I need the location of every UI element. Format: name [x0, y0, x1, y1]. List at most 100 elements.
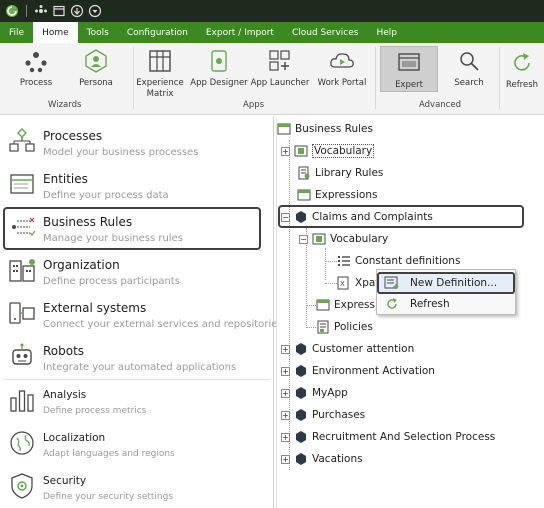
context-menu: New Definition... Refresh: [376, 269, 516, 315]
tree-node-expressions-label: Expressions: [315, 189, 378, 201]
tree-root-business-rules[interactable]: Business Rules: [277, 120, 373, 138]
refresh-menu-item[interactable]: Refresh: [379, 294, 513, 314]
nav-organization-subtitle: Define process participants: [43, 276, 180, 287]
nav-security-title: Security: [43, 475, 87, 487]
analysis-icon: [8, 386, 36, 414]
nav-processes-title: Processes: [43, 129, 103, 143]
app-logo-icon[interactable]: [4, 3, 20, 19]
nav-organization[interactable]: Organization Define process participants: [0, 249, 274, 292]
tree-node-app[interactable]: + MyApp: [281, 384, 348, 402]
nav-entities[interactable]: Entities Define your process data: [0, 163, 274, 206]
tree-node-xpath[interactable]: X Xpat: [337, 274, 379, 292]
expert-button[interactable]: Expert: [380, 46, 438, 92]
expand-icon[interactable]: +: [281, 410, 290, 420]
tree-node-vocabulary[interactable]: + Vocabulary: [281, 142, 375, 160]
experience-label: Experience: [136, 78, 184, 88]
tree-node-claims-vocabulary[interactable]: − Vocabulary: [299, 230, 388, 248]
xpath-icon: X: [337, 276, 351, 290]
persona-button[interactable]: Persona: [74, 47, 118, 89]
menu-help[interactable]: Help: [367, 22, 406, 43]
matrix-icon: [146, 47, 174, 75]
nav-processes[interactable]: Processes Model your business processes: [0, 120, 274, 163]
refresh-label: Refresh: [505, 80, 539, 90]
nav-security-subtitle: Define your security settings: [43, 492, 174, 502]
refresh-button[interactable]: Refresh: [502, 49, 542, 91]
matrix-label: Matrix: [146, 89, 174, 99]
process-button[interactable]: Process: [14, 47, 58, 89]
nav-robots[interactable]: Robots Integrate your automated applicat…: [0, 335, 274, 378]
work-portal-button[interactable]: Work Portal: [314, 47, 370, 89]
expert-icon: [395, 49, 423, 77]
group-advanced: Advanced: [419, 100, 461, 110]
work-portal-label: Work Portal: [317, 78, 367, 88]
nav-security[interactable]: Security Define your security settings: [0, 465, 274, 508]
menu-home[interactable]: Home: [33, 22, 78, 43]
tree-node-claims-expressions[interactable]: Expressi: [316, 296, 378, 314]
tree-node-expressions[interactable]: Expressions: [297, 186, 377, 204]
group-wizards: Wizards: [48, 100, 82, 110]
security-icon: [8, 472, 36, 500]
tree-node-policies[interactable]: Policies: [316, 318, 373, 336]
tree-connector: [306, 327, 316, 328]
nav-external-systems-title: External systems: [43, 301, 147, 315]
organization-icon: [8, 256, 36, 284]
tree-node-app[interactable]: + Customer attention: [281, 340, 414, 358]
app-cube-icon: [294, 430, 308, 444]
app-designer-icon: [205, 47, 233, 75]
menu-export-import[interactable]: Export / Import: [197, 22, 283, 43]
folder-icon: [277, 122, 291, 136]
upload-icon[interactable]: [69, 3, 85, 19]
expand-icon[interactable]: +: [281, 432, 290, 442]
dropdown-icon[interactable]: [87, 3, 103, 19]
nav-entities-subtitle: Define your process data: [43, 190, 169, 201]
nav-external-systems[interactable]: External systems Connect your external s…: [0, 292, 283, 335]
app-cube-icon: [294, 452, 308, 466]
tree-connector: [325, 283, 337, 284]
expressions-icon: [316, 298, 330, 312]
menu-tools[interactable]: Tools: [78, 22, 118, 43]
tree-node-app[interactable]: + Purchases: [281, 406, 365, 424]
refresh-icon: [508, 49, 536, 77]
tree-node-app[interactable]: + Environment Activation: [281, 362, 435, 380]
nav-analysis[interactable]: Analysis Define process metrics: [0, 379, 274, 422]
tree-node-library-rules-label: Library Rules: [315, 167, 384, 179]
window-icon[interactable]: [51, 3, 67, 19]
tree-node-constant-definitions[interactable]: Constant definitions: [337, 252, 460, 270]
share-icon[interactable]: [33, 3, 49, 19]
localization-icon: [8, 429, 36, 457]
app-cube-icon: [294, 364, 308, 378]
app-cube-icon: [294, 408, 308, 422]
menu-configuration[interactable]: Configuration: [118, 22, 197, 43]
tree-node-library-rules[interactable]: Library Rules: [297, 164, 383, 182]
persona-label: Persona: [79, 78, 113, 88]
expand-icon[interactable]: +: [281, 388, 290, 398]
app-designer-button[interactable]: App Designer: [190, 47, 248, 89]
expand-icon[interactable]: +: [281, 146, 290, 156]
ribbon-divider: [499, 47, 500, 109]
new-definition-menu-item[interactable]: New Definition...: [377, 272, 515, 294]
tree-node-app[interactable]: + Vacations: [281, 450, 363, 468]
search-label: Search: [454, 78, 484, 88]
vocabulary-icon: [294, 144, 308, 158]
tree-node-app[interactable]: + Recruitment And Selection Process: [281, 428, 495, 446]
menu-file[interactable]: File: [0, 22, 33, 43]
nav-external-systems-subtitle: Connect your external services and repos…: [43, 319, 283, 330]
app-launcher-button[interactable]: App Launcher: [250, 47, 310, 89]
expand-icon[interactable]: +: [281, 366, 290, 376]
collapse-icon[interactable]: −: [299, 234, 308, 244]
expand-icon[interactable]: +: [281, 344, 290, 354]
search-button[interactable]: Search: [447, 47, 491, 89]
menu-cloud-services[interactable]: Cloud Services: [283, 22, 368, 43]
entities-icon: [8, 170, 36, 198]
process-label: Process: [19, 78, 53, 88]
left-navigation: Processes Model your business processes …: [0, 116, 283, 508]
expand-icon[interactable]: +: [281, 454, 290, 464]
refresh-icon: [383, 296, 401, 312]
library-rules-icon: [297, 166, 311, 180]
nav-organization-title: Organization: [43, 258, 120, 272]
business-rules-highlight: [3, 207, 261, 250]
nav-robots-title: Robots: [43, 344, 85, 358]
nav-localization[interactable]: Localization Adapt languages and regions: [0, 422, 274, 465]
ribbon-divider: [375, 47, 376, 109]
experience-matrix-button[interactable]: Experience Matrix: [136, 47, 184, 100]
